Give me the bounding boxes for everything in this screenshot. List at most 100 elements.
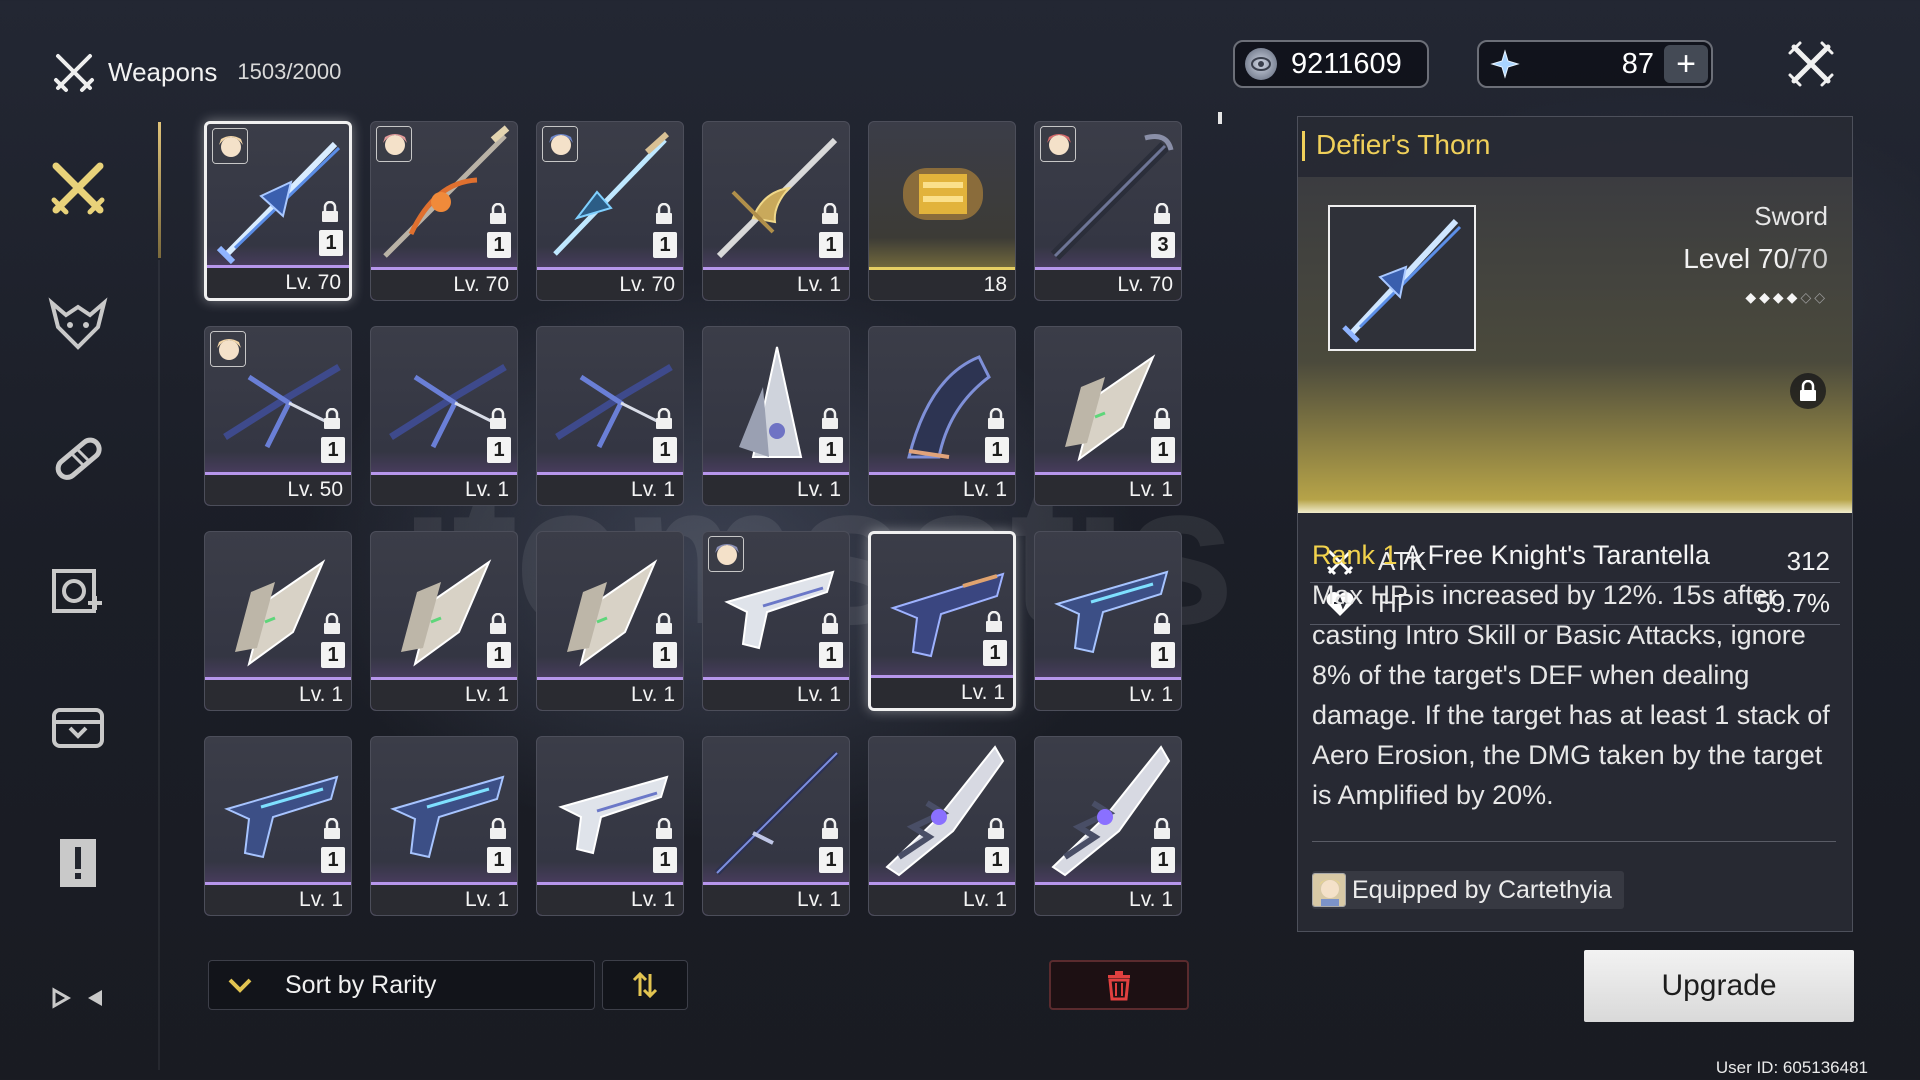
card-footer: Lv. 1 [371, 677, 517, 710]
card-footer: Lv. 1 [371, 882, 517, 915]
weapon-card[interactable]: 1 Lv. 70 [204, 121, 352, 301]
avatar [542, 126, 578, 162]
weapon-card[interactable]: 1 Lv. 1 [1034, 326, 1182, 506]
weapon-card[interactable]: 1 Lv. 1 [370, 326, 518, 506]
shell-credit-display: 9211609 [1233, 40, 1429, 88]
nav-resonance-tab[interactable] [40, 555, 116, 631]
weapon-level: Lv. 1 [465, 888, 509, 911]
nav-weapons-tab[interactable] [40, 150, 116, 226]
weapon-level: Lv. 1 [797, 683, 841, 706]
weapon-level: Lv. 1 [631, 888, 675, 911]
inventory-count: 1503/2000 [237, 59, 342, 84]
passive-rank: Rank 1 [1312, 540, 1398, 570]
weapon-thumbnail [1328, 205, 1476, 351]
ascension-stars: ◆◆◆◆◇◇ [1745, 289, 1828, 306]
weapon-card[interactable]: 3 Lv. 70 [1034, 121, 1182, 301]
level-label: Level [1683, 243, 1751, 274]
weapon-level: Lv. 1 [631, 478, 675, 501]
card-footer: Lv. 1 [703, 472, 849, 505]
sword-art [1342, 218, 1462, 343]
rank-badge: 1 [319, 230, 343, 256]
nav-echoes-tab[interactable] [40, 285, 116, 361]
weapon-level: Lv. 1 [1129, 888, 1173, 911]
lock-icon [988, 408, 1004, 429]
weapon-card[interactable]: 1 Lv. 1 [204, 736, 352, 916]
weapon-card[interactable]: 1 Lv. 1 [868, 326, 1016, 506]
weapon-card[interactable]: 1 Lv. 1 [536, 531, 684, 711]
weapon-level: Lv. 70 [1117, 273, 1173, 296]
sort-dropdown[interactable]: Sort by Rarity [208, 960, 595, 1010]
lock-icon [988, 818, 1004, 839]
lock-toggle[interactable] [1790, 373, 1826, 409]
lock-icon [490, 818, 506, 839]
weapon-level: Lv. 70 [619, 273, 675, 296]
rank-badge: 1 [487, 232, 511, 258]
weapon-card[interactable]: 1 Lv. 1 [536, 736, 684, 916]
material-icon [903, 168, 983, 220]
nav-special-items-tab[interactable] [40, 960, 116, 1036]
add-astrite-button[interactable]: + [1664, 45, 1708, 83]
weapon-hero: Sword Level 70/70 ◆◆◆◆◇◇ [1298, 177, 1852, 513]
avatar [1040, 126, 1076, 162]
weapon-level: Lv. 1 [797, 273, 841, 296]
nav-track [158, 260, 160, 1070]
weapon-card[interactable]: 1 Lv. 1 [1034, 736, 1182, 916]
passive-name: A Free Knight's Tarantella [1403, 540, 1710, 570]
nav-quest-items-tab[interactable] [40, 825, 116, 901]
material-item-card[interactable]: 18 [868, 121, 1016, 301]
weapon-card[interactable]: 1 Lv. 1 [868, 736, 1016, 916]
weapon-card[interactable]: 1 Lv. 1 [204, 531, 352, 711]
lock-icon [822, 613, 838, 634]
lock-icon [324, 613, 340, 634]
card-footer: Lv. 70 [207, 265, 349, 298]
card-footer: Lv. 70 [1035, 267, 1181, 300]
upgrade-button[interactable]: Upgrade [1584, 950, 1854, 1022]
card-footer: Lv. 1 [205, 882, 351, 915]
rank-badge: 1 [487, 642, 511, 668]
weapon-level: Lv. 50 [287, 478, 343, 501]
nav-materials-tab[interactable] [40, 690, 116, 766]
weapon-card[interactable]: 1 Lv. 1 [370, 531, 518, 711]
lock-icon [822, 203, 838, 224]
nav-active-indicator [158, 122, 161, 258]
avatar [210, 331, 246, 367]
item-quantity: 18 [983, 273, 1007, 296]
weapon-card[interactable]: 1 Lv. 1 [702, 531, 850, 711]
delete-button[interactable] [1049, 960, 1189, 1010]
card-footer: Lv. 1 [1035, 677, 1181, 710]
lock-icon [1154, 818, 1170, 839]
rank-badge: 1 [321, 642, 345, 668]
weapon-level: Lv. 70 [285, 271, 341, 294]
weapon-level: Lv. 1 [961, 681, 1005, 704]
weapon-card[interactable]: 1 Lv. 1 [702, 736, 850, 916]
sort-order-icon [632, 971, 658, 999]
weapon-icon [51, 162, 105, 215]
grid-scrollbar[interactable] [1218, 112, 1222, 124]
special-item-icon [52, 987, 102, 1009]
equipped-by[interactable]: Equipped by Cartethyia [1312, 871, 1624, 909]
weapon-card[interactable]: 1 Lv. 1 [702, 121, 850, 301]
weapon-card[interactable]: 1 Lv. 1 [536, 326, 684, 506]
weapon-card[interactable]: 1 Lv. 70 [370, 121, 518, 301]
quest-item-icon [60, 839, 96, 887]
sort-order-button[interactable] [602, 960, 688, 1010]
nav-supplies-tab[interactable] [40, 420, 116, 496]
lock-icon [1800, 380, 1816, 401]
resonator-icon [52, 569, 102, 613]
weapon-card[interactable]: 1 Lv. 1 [868, 531, 1016, 711]
dev-material-icon [52, 708, 104, 748]
weapon-card[interactable]: 1 Lv. 1 [702, 326, 850, 506]
rank-badge: 1 [819, 642, 843, 668]
astrite-icon [1489, 48, 1521, 80]
lock-icon [322, 201, 338, 222]
weapon-card[interactable]: 1 Lv. 1 [370, 736, 518, 916]
weapon-card[interactable]: 1 Lv. 70 [536, 121, 684, 301]
lock-icon [490, 408, 506, 429]
lock-icon [656, 613, 672, 634]
close-button[interactable] [1783, 36, 1839, 92]
rank-badge: 1 [819, 232, 843, 258]
weapon-card[interactable]: 1 Lv. 50 [204, 326, 352, 506]
weapon-card[interactable]: 1 Lv. 1 [1034, 531, 1182, 711]
crossed-swords-icon [54, 54, 94, 92]
rank-badge: 1 [653, 232, 677, 258]
